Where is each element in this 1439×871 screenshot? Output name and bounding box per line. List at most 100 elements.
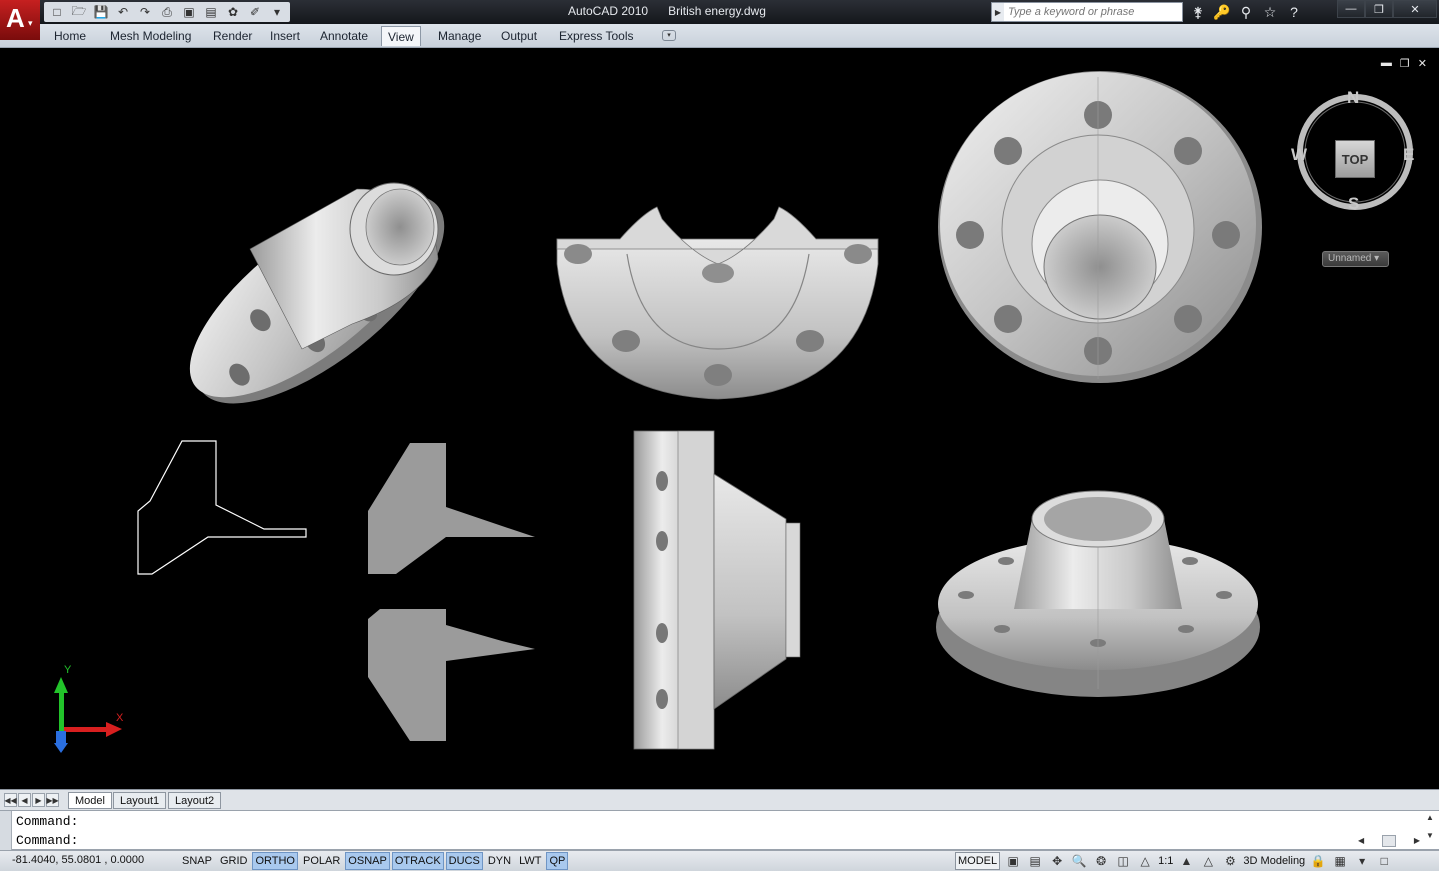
snap-toggle[interactable]: SNAP [179,852,215,870]
hardware-acceleration-icon[interactable]: ▦ [1331,852,1349,870]
title-bar: □ 🗁 💾 ↶ ↷ ⎙ ▣ ▤ ✿ ✐ ▾ AutoCAD 2010 Briti… [0,0,1439,24]
close-icon[interactable]: ✕ [1393,0,1437,18]
clean-screen-icon[interactable]: □ [1375,852,1393,870]
infocenter-search: ▶ [991,2,1183,22]
restore-icon[interactable]: ❐ [1365,0,1393,18]
grid-toggle[interactable]: GRID [217,852,251,870]
flange-section-profiles[interactable] [368,443,535,741]
flange-iso-view[interactable] [160,155,477,442]
otrack-toggle[interactable]: OTRACK [391,852,444,870]
autocad-window: □ 🗁 💾 ↶ ↷ ⎙ ▣ ▤ ✿ ✐ ▾ AutoCAD 2010 Briti… [0,0,1439,871]
publish-icon[interactable]: ▤ [201,3,221,21]
tab-layout1[interactable]: Layout1 [113,792,167,809]
scroll-left-icon[interactable]: ◀ [1358,836,1364,845]
viewcube[interactable]: N S E W TOP [1291,88,1416,218]
named-view-label: Unnamed [1328,253,1372,264]
save-icon[interactable]: 💾 [91,3,111,21]
lwt-toggle[interactable]: LWT [516,852,544,870]
viewcube-east[interactable]: E [1403,145,1414,165]
tab-home[interactable]: Home [48,26,92,46]
plot-icon[interactable]: ⎙ [157,3,177,21]
dyn-toggle[interactable]: DYN [485,852,514,870]
steeringwheel-icon[interactable]: ❂ [1092,852,1110,870]
pan-icon[interactable]: ✥ [1048,852,1066,870]
tab-render[interactable]: Render [207,26,258,46]
annotation-scale-icon[interactable]: △ [1136,852,1154,870]
zoom-icon[interactable]: 🔍 [1070,852,1088,870]
tab-view[interactable]: View [381,26,421,46]
osnap-toggle[interactable]: OSNAP [345,852,390,870]
tab-model[interactable]: Model [68,792,112,809]
tab-insert[interactable]: Insert [264,26,306,46]
next-layout-icon[interactable]: ▶ [32,793,45,807]
command-vscrollbar[interactable]: ▲ ▼ [1424,813,1436,849]
quick-view-drawings-icon[interactable]: ▤ [1026,852,1044,870]
plot-preview-icon[interactable]: ▣ [179,3,199,21]
scroll-right-icon[interactable]: ▶ [1414,836,1420,845]
flange-perspective-view[interactable] [936,490,1260,697]
tab-annotate[interactable]: Annotate [314,26,374,46]
viewcube-north[interactable]: N [1347,88,1359,108]
orbit-icon[interactable]: ✿ [223,3,243,21]
flange-top-view[interactable] [938,71,1262,383]
subscription-icon[interactable]: 🔑 [1211,2,1233,22]
polar-toggle[interactable]: POLAR [300,852,343,870]
layout-tabs-bar: ◀◀ ◀ ▶ ▶▶ Model Layout1 Layout2 [0,789,1439,810]
ribbon-minimize-icon[interactable]: ▾ [662,30,676,41]
ucs-icon: Y X [54,664,124,753]
auto-scale-icon[interactable]: △ [1199,852,1217,870]
last-layout-icon[interactable]: ▶▶ [46,793,59,807]
workspace-switch[interactable]: 3D Modeling [1243,855,1305,867]
application-menu-button[interactable]: A ▾ [0,0,40,40]
named-views-dropdown[interactable]: Unnamed ▾ [1322,251,1389,267]
tab-output[interactable]: Output [495,26,543,46]
viewcube-top-face[interactable]: TOP [1335,140,1375,178]
model-space-canvas[interactable]: ▬ ❐ ✕ Y X [2,49,1437,789]
search-input[interactable] [1004,6,1180,18]
quick-view-layouts-icon[interactable]: ▣ [1004,852,1022,870]
ducs-toggle[interactable]: DUCS [445,852,483,870]
binoculars-icon[interactable]: ⚵ [1187,2,1209,22]
command-window-grip[interactable] [0,811,12,851]
tab-express-tools[interactable]: Express Tools [553,26,639,46]
tab-manage[interactable]: Manage [432,26,487,46]
viewcube-west[interactable]: W [1291,145,1307,165]
model-geometry: Y X [54,71,1262,753]
qp-toggle[interactable]: QP [546,852,569,870]
annotation-scale[interactable]: 1:1 [1158,855,1173,867]
minimize-icon[interactable]: — [1337,0,1365,18]
redo-icon[interactable]: ↷ [135,3,155,21]
prev-layout-icon[interactable]: ◀ [18,793,31,807]
undo-icon[interactable]: ↶ [113,3,133,21]
command-hscrollbar[interactable]: ◀ ▶ [1358,833,1420,848]
tab-mesh-modeling[interactable]: Mesh Modeling [104,26,197,46]
chevron-down-icon: ▾ [28,18,33,28]
showmotion-icon[interactable]: ◫ [1114,852,1132,870]
coordinate-readout[interactable]: -81.4040, 55.0801 , 0.0000 [12,854,144,866]
annotation-visibility-icon[interactable]: ▲ [1177,852,1195,870]
open-icon[interactable]: 🗁 [69,3,89,21]
communication-icon[interactable]: ⚲ [1235,2,1257,22]
search-expand-icon[interactable]: ▶ [992,3,1004,21]
matchprop-icon[interactable]: ✐ [245,3,265,21]
model-space-toggle[interactable]: MODEL [955,852,1001,870]
document-name: British energy.dwg [668,4,766,18]
help-icon[interactable]: ? [1283,2,1305,22]
viewcube-south[interactable]: S [1348,194,1359,214]
autocad-logo-icon: A [6,3,25,33]
workspace-gear-icon[interactable]: ⚙ [1221,852,1239,870]
qat-dropdown-icon[interactable]: ▾ [267,3,287,21]
flange-profile-outline[interactable] [137,440,307,575]
flange-half-section[interactable] [556,206,879,400]
status-menu-icon[interactable]: ▾ [1353,852,1371,870]
lock-icon[interactable]: 🔒 [1309,852,1327,870]
command-prompt[interactable]: Command: [16,833,78,848]
new-icon[interactable]: □ [47,3,67,21]
tab-layout2[interactable]: Layout2 [168,792,222,809]
scroll-thumb[interactable] [1382,834,1396,847]
command-window[interactable]: Command: Command: ◀ ▶ ▲ ▼ [0,810,1439,851]
ortho-toggle[interactable]: ORTHO [252,852,298,870]
favorites-star-icon[interactable]: ☆ [1259,2,1281,22]
flange-side-view[interactable] [633,430,801,750]
first-layout-icon[interactable]: ◀◀ [4,793,17,807]
